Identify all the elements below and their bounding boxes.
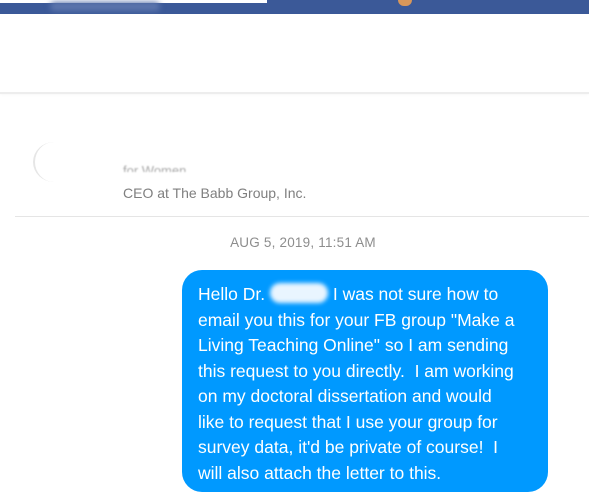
message-line: survey data, it'd be private of course! …	[198, 437, 499, 457]
message-line: on my doctoral dissertation and would	[198, 386, 492, 406]
message-line-1-rest: I was not sure how to	[327, 284, 499, 304]
contact-profile-card: for Women CEO at The Babb Group, Inc.	[15, 94, 589, 216]
message-timestamp: AUG 5, 2019, 11:51 AM	[230, 235, 376, 250]
message-line: this request to you directly. I am worki…	[198, 360, 514, 381]
profile-avatar-icon	[33, 142, 75, 182]
topbar-blurred-content	[50, 2, 160, 11]
top-navigation-bar	[0, 0, 589, 14]
message-line: will also attach the letter to this.	[198, 462, 442, 483]
sent-message-bubble[interactable]: Hello Dr. I was not sure how to email yo…	[182, 270, 548, 492]
profile-subtitle: CEO at The Babb Group, Inc.	[123, 185, 307, 201]
message-line: Living Teaching Online" so I am sending	[198, 335, 509, 355]
redacted-name	[269, 283, 328, 303]
message-line: like to request that I use your group fo…	[198, 411, 498, 432]
user-avatar-icon[interactable]	[398, 0, 412, 6]
profile-faded-line: for Women	[123, 163, 187, 172]
conversation-header	[0, 14, 589, 92]
profile-divider	[15, 216, 589, 217]
message-greeting: Hello Dr.	[198, 284, 266, 304]
message-line: email you this for your FB group "Make a	[198, 309, 515, 330]
